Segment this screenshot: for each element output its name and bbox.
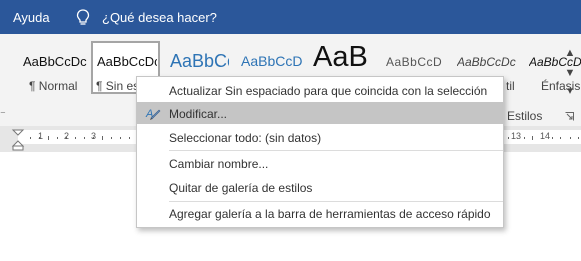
menu-item-label: Seleccionar todo: (sin datos)	[169, 131, 322, 145]
lightbulb-icon	[76, 9, 90, 25]
style-preview-normal[interactable]: AaBbCcDc	[23, 54, 87, 69]
gallery-scroll-down-button[interactable]: ▼	[561, 64, 579, 82]
style-preview-titulo1[interactable]: AaBbCc	[170, 51, 229, 72]
style-preview-titulo[interactable]: AaB	[313, 41, 371, 77]
menu-item-modificar[interactable]: A Modificar...	[137, 102, 503, 124]
menu-item-label: Actualizar Sin espaciado para que coinci…	[169, 84, 488, 98]
menu-item-label: Modificar...	[169, 107, 228, 121]
menu-item-label: Cambiar nombre...	[169, 157, 269, 171]
style-name-enfasis-sutil[interactable]: til	[506, 79, 526, 93]
menu-item-label: Agregar galería a la barra de herramient…	[169, 207, 491, 221]
menu-item-actualizar[interactable]: Actualizar Sin espaciado para que coinci…	[137, 79, 503, 101]
gallery-scroll-up-button[interactable]: ▲	[561, 44, 579, 62]
style-preview-titulo2[interactable]: AaBbCcD	[241, 53, 302, 69]
style-preview-subtitulo[interactable]: AaBbCcD	[386, 55, 446, 69]
tell-me-search[interactable]: ¿Qué desea hacer?	[102, 10, 217, 25]
ruler-number: 14	[540, 131, 551, 141]
style-preview-sin-espaciado[interactable]: AaBbCcDc	[97, 54, 157, 69]
menu-item-agregar-galeria[interactable]: Agregar galería a la barra de herramient…	[137, 202, 503, 224]
menu-item-cambiar-nombre[interactable]: Cambiar nombre...	[137, 152, 503, 174]
menu-separator	[169, 150, 503, 151]
ribbon-group-edge: ⁻	[0, 109, 6, 121]
style-name-sin-espaciado[interactable]: ¶ Sin espaciado	[96, 79, 136, 93]
menu-item-seleccionar-todo[interactable]: Seleccionar todo: (sin datos)	[137, 126, 503, 148]
style-preview-enfasis-sutil[interactable]: AaBbCcDc	[457, 55, 518, 69]
ruler-number: 2	[64, 131, 70, 141]
style-name-normal[interactable]: ¶ Normal	[29, 79, 87, 93]
modify-style-icon: A	[145, 108, 161, 120]
tab-ayuda[interactable]: Ayuda	[13, 10, 50, 25]
gallery-more-button[interactable]: ▾	[561, 82, 579, 100]
ruler-number: 13	[511, 131, 522, 141]
menu-item-label: Quitar de galería de estilos	[169, 181, 313, 195]
menu-item-quitar-de-galeria[interactable]: Quitar de galería de estilos	[137, 176, 503, 198]
indent-marker-icon[interactable]	[11, 129, 25, 151]
ribbon-tab-bar: Ayuda ¿Qué desea hacer?	[0, 0, 581, 34]
styles-group-label: Estilos	[507, 109, 543, 123]
ruler-number: 3	[91, 131, 97, 141]
style-context-menu: Actualizar Sin espaciado para que coinci…	[136, 76, 504, 228]
dialog-launcher-icon[interactable]	[565, 112, 574, 121]
ruler-number: 1	[38, 131, 44, 141]
